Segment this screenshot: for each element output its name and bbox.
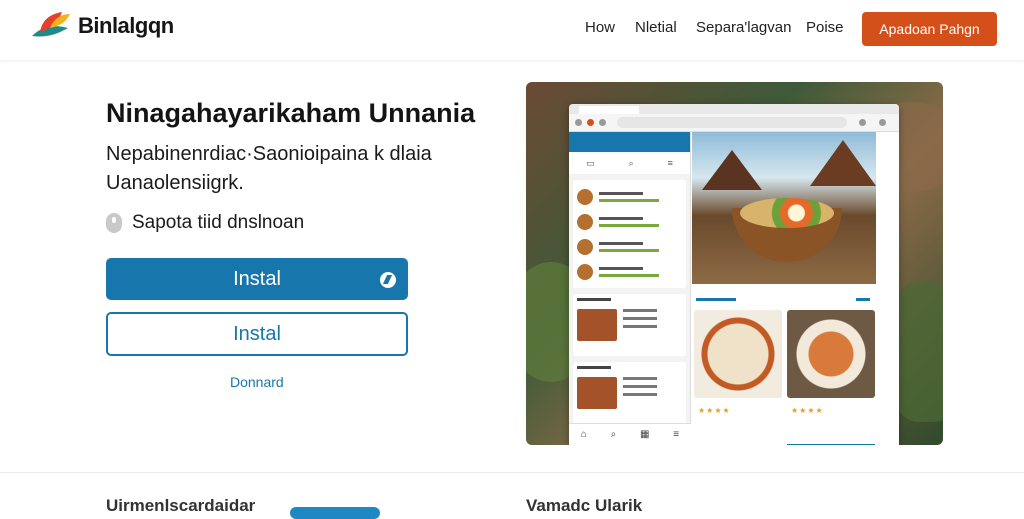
app-bottom-nav: ⌂ ⌕ ▦ ≡ xyxy=(569,423,691,445)
header-cta-button[interactable]: Apadoan Pahgn xyxy=(862,12,997,46)
hero-subtitle: Nepabinenrdiac·Saonioipaina k dlaia Uana… xyxy=(106,143,432,194)
address-field xyxy=(617,117,847,128)
logo-text: Binlalgqn xyxy=(78,13,174,38)
feature-item: Sapota tiid dnslnoan xyxy=(106,212,304,234)
app-recipe-card xyxy=(573,362,686,424)
search-icon: ⌕ xyxy=(628,157,634,168)
app-content-mockup: ★★★★ ★★★★ xyxy=(692,132,899,445)
browser-mockup: ▭ ⌕ ≡ ⌂ ⌕ ▦ ≡ ★★★★ ★★★★ xyxy=(569,104,899,445)
nav-link-how[interactable]: How xyxy=(585,19,615,36)
app-recipe-card xyxy=(573,294,686,356)
hero-title: Ninagahayarikaham Unnania xyxy=(106,98,476,128)
hero-preview-image: ▭ ⌕ ≡ ⌂ ⌕ ▦ ≡ ★★★★ ★★★★ xyxy=(526,82,943,445)
food-dish xyxy=(740,198,834,228)
nav-link-price[interactable]: Poise xyxy=(806,19,844,36)
food-card: ★★★★ xyxy=(694,310,782,428)
app-recipe-list xyxy=(573,180,686,288)
list-item xyxy=(577,259,682,284)
site-icon xyxy=(587,119,594,126)
recommendations-header xyxy=(692,294,876,306)
browser-url-bar xyxy=(569,114,899,132)
active-indicator xyxy=(787,444,875,445)
nav-link-separation[interactable]: Separa'lagvan xyxy=(696,19,791,36)
home-icon: ⌂ xyxy=(580,429,587,440)
house-roof xyxy=(810,140,876,186)
section-heading-left: Uirmenlscardaidar xyxy=(106,496,256,515)
food-card: ★★★★ xyxy=(787,310,875,428)
rating-stars-icon: ★★★★ xyxy=(791,406,824,415)
logo-icon xyxy=(32,12,70,37)
back-icon xyxy=(575,119,582,126)
top-navigation-bar: Binlalgqn How Nletial Separa'lagvan Pois… xyxy=(0,0,1024,60)
logo[interactable]: Binlalgqn xyxy=(28,8,174,44)
install-outline-label: Instal xyxy=(233,322,281,345)
install-primary-button[interactable]: Instal xyxy=(106,258,408,300)
menu-icon: ≡ xyxy=(673,429,680,440)
featured-food-photo xyxy=(692,132,876,284)
app-sidebar-mockup: ▭ ⌕ ≡ ⌂ ⌕ ▦ ≡ xyxy=(569,132,691,445)
feature-text: Sapota tiid dnslnoan xyxy=(132,212,305,233)
app-header-bar xyxy=(569,132,690,152)
section-divider xyxy=(0,472,1024,473)
list-item xyxy=(577,184,682,209)
section-pill-button[interactable] xyxy=(290,507,380,519)
download-link[interactable]: Donnard xyxy=(230,374,284,390)
browser-tab-bar xyxy=(569,104,899,114)
home-icon: ▭ xyxy=(586,157,595,168)
play-icon xyxy=(380,272,396,288)
info-icon xyxy=(106,213,122,233)
nav-link-material[interactable]: Nletial xyxy=(635,19,677,36)
browser-tab xyxy=(579,106,639,114)
menu-icon: ≡ xyxy=(667,158,673,168)
install-primary-label: Instal xyxy=(233,267,281,290)
section-heading-right: Vamadc Ularik xyxy=(526,496,643,515)
grid-icon: ▦ xyxy=(640,429,650,440)
rating-stars-icon: ★★★★ xyxy=(698,406,731,415)
house-roof xyxy=(702,150,762,190)
close-icon xyxy=(879,119,886,126)
list-item xyxy=(577,234,682,259)
install-outline-button[interactable]: Instal xyxy=(106,312,408,356)
list-item xyxy=(577,209,682,234)
app-tab-row: ▭ ⌕ ≡ xyxy=(569,152,690,174)
profile-icon xyxy=(859,119,866,126)
reload-icon xyxy=(599,119,606,126)
search-icon: ⌕ xyxy=(610,429,617,440)
